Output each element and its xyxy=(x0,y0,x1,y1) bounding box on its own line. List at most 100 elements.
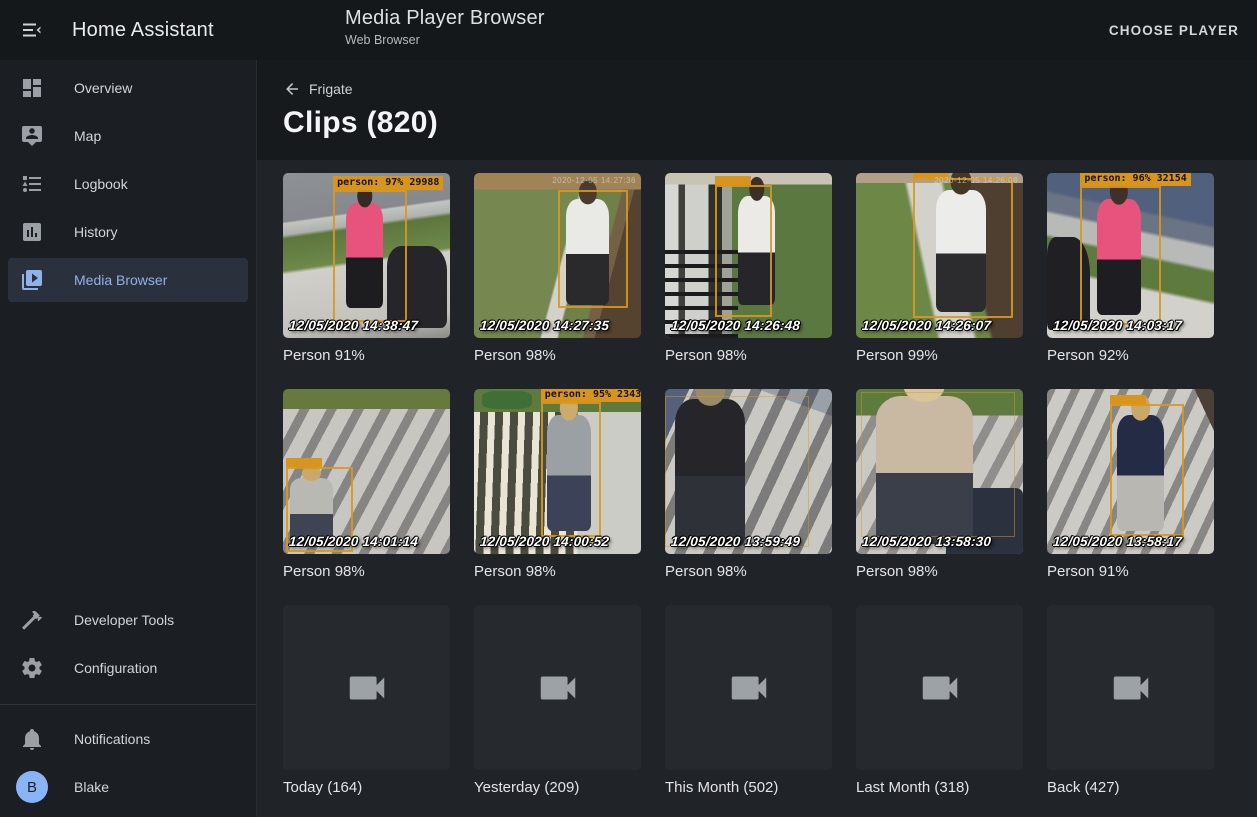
camera-osd: 2020-12-05 14:26:08 xyxy=(934,176,1018,185)
detection-box xyxy=(541,402,601,537)
top-bar: Home Assistant Media Player Browser Web … xyxy=(0,0,1257,60)
clip-thumbnail[interactable]: 12/05/2020 14:26:48 xyxy=(665,173,832,338)
sidebar: Overview Map Logbook History xyxy=(0,60,257,817)
home-assistant-app: Home Assistant Media Player Browser Web … xyxy=(0,0,1257,817)
video-icon xyxy=(1108,665,1154,711)
panel-title-block: Media Player Browser Web Browser xyxy=(345,7,545,47)
folder-item[interactable]: Back (427) xyxy=(1047,605,1214,796)
choose-player-button[interactable]: CHOOSE PLAYER xyxy=(1109,23,1239,38)
clip-thumbnail[interactable]: 2020-12-05 14:26:08 12/05/2020 14:26:07 xyxy=(856,173,1023,338)
timestamp-overlay: 12/05/2020 14:38:47 xyxy=(288,318,418,333)
clip-thumbnail[interactable]: 12/05/2020 13:58:17 xyxy=(1047,389,1214,554)
timestamp-overlay: 12/05/2020 14:03:17 xyxy=(1052,318,1182,333)
media-browser-panel: Frigate Clips (820) person: 97% 29988 12… xyxy=(257,60,1257,817)
folder-caption: Last Month (318) xyxy=(856,779,1023,796)
media-content: person: 97% 29988 12/05/2020 14:38:47 Pe… xyxy=(257,160,1257,817)
clip-thumbnail[interactable]: 12/05/2020 14:01:14 xyxy=(283,389,450,554)
timestamp-overlay: 12/05/2020 14:00:52 xyxy=(479,534,609,549)
clip-caption: Person 98% xyxy=(474,347,641,364)
clip-thumbnail[interactable]: 12/05/2020 13:59:49 xyxy=(665,389,832,554)
detection-tag xyxy=(715,176,751,185)
detection-box xyxy=(333,190,406,322)
clip-caption: Person 91% xyxy=(283,347,450,364)
scene-shape xyxy=(482,391,532,409)
sidebar-item-map[interactable]: Map xyxy=(8,114,248,158)
clip-item[interactable]: person: 97% 29988 12/05/2020 14:38:47 Pe… xyxy=(283,173,450,364)
clip-thumbnail[interactable]: 12/05/2020 13:58:30 xyxy=(856,389,1023,554)
clip-caption: Person 99% xyxy=(856,347,1023,364)
play-box-multiple-icon xyxy=(20,268,44,292)
video-icon xyxy=(344,665,390,711)
video-icon xyxy=(917,665,963,711)
sidebar-item-label: Overview xyxy=(74,80,132,96)
detection-tag: person: 95% 23432 xyxy=(541,389,641,402)
sidebar-item-label: Configuration xyxy=(74,660,157,676)
app-title: Home Assistant xyxy=(72,19,214,42)
clip-item[interactable]: person: 95% 23432 12/05/2020 14:00:52 Pe… xyxy=(474,389,641,580)
menu-toggle-icon[interactable] xyxy=(20,18,44,42)
timestamp-overlay: 12/05/2020 14:27:35 xyxy=(479,318,609,333)
folder-caption: Today (164) xyxy=(283,779,450,796)
detection-tag: person: 96% 32154 xyxy=(1080,173,1190,186)
sidebar-item-user[interactable]: B Blake xyxy=(8,765,248,809)
panel-title: Media Player Browser xyxy=(345,7,545,30)
clip-caption: Person 98% xyxy=(665,347,832,364)
sidebar-spacer xyxy=(0,306,256,598)
folder-tile[interactable] xyxy=(856,605,1023,770)
sidebar-item-logbook[interactable]: Logbook xyxy=(8,162,248,206)
folder-item[interactable]: Yesterday (209) xyxy=(474,605,641,796)
folder-caption: This Month (502) xyxy=(665,779,832,796)
folder-item[interactable]: This Month (502) xyxy=(665,605,832,796)
sidebar-item-label: Media Browser xyxy=(74,272,167,288)
page-title: Clips (820) xyxy=(283,106,1257,140)
detection-box xyxy=(558,190,628,309)
timestamp-overlay: 12/05/2020 14:26:48 xyxy=(670,318,800,333)
timestamp-overlay: 12/05/2020 13:59:49 xyxy=(670,534,800,549)
detection-box xyxy=(665,396,809,548)
sidebar-item-history[interactable]: History xyxy=(8,210,248,254)
folder-caption: Yesterday (209) xyxy=(474,779,641,796)
clip-caption: Person 92% xyxy=(1047,347,1214,364)
clip-item[interactable]: 12/05/2020 14:01:14 Person 98% xyxy=(283,389,450,580)
detection-box xyxy=(1080,186,1160,325)
timestamp-overlay: 12/05/2020 13:58:17 xyxy=(1052,534,1182,549)
clip-caption: Person 91% xyxy=(1047,563,1214,580)
breadcrumb-label: Frigate xyxy=(309,81,353,97)
folder-item[interactable]: Today (164) xyxy=(283,605,450,796)
folder-tile[interactable] xyxy=(474,605,641,770)
sidebar-item-overview[interactable]: Overview xyxy=(8,66,248,110)
bell-icon xyxy=(20,727,44,751)
detection-box xyxy=(913,178,1013,318)
clip-thumbnail[interactable]: 2020-12-05 14:27:36 12/05/2020 14:27:35 xyxy=(474,173,641,338)
detection-box xyxy=(715,185,772,317)
sidebar-item-configuration[interactable]: Configuration xyxy=(8,646,248,690)
folder-tile[interactable] xyxy=(283,605,450,770)
clip-item[interactable]: 12/05/2020 13:59:49 Person 98% xyxy=(665,389,832,580)
folder-item[interactable]: Last Month (318) xyxy=(856,605,1023,796)
folder-caption: Back (427) xyxy=(1047,779,1214,796)
timestamp-overlay: 12/05/2020 13:58:30 xyxy=(861,534,991,549)
sidebar-item-notifications[interactable]: Notifications xyxy=(8,717,248,761)
clip-caption: Person 98% xyxy=(474,563,641,580)
clip-item[interactable]: 12/05/2020 13:58:30 Person 98% xyxy=(856,389,1023,580)
clip-caption: Person 98% xyxy=(856,563,1023,580)
sidebar-item-developer-tools[interactable]: Developer Tools xyxy=(8,598,248,642)
clip-item[interactable]: 2020-12-05 14:27:36 12/05/2020 14:27:35 … xyxy=(474,173,641,364)
clip-item[interactable]: 12/05/2020 14:26:48 Person 98% xyxy=(665,173,832,364)
sidebar-item-label: Notifications xyxy=(74,731,150,747)
detection-tag xyxy=(1110,395,1146,404)
clip-thumbnail[interactable]: person: 96% 32154 12/05/2020 14:03:17 xyxy=(1047,173,1214,338)
clip-item[interactable]: 2020-12-05 14:26:08 12/05/2020 14:26:07 … xyxy=(856,173,1023,364)
clip-item[interactable]: person: 96% 32154 12/05/2020 14:03:17 Pe… xyxy=(1047,173,1214,364)
folder-tile[interactable] xyxy=(665,605,832,770)
clip-item[interactable]: 12/05/2020 13:58:17 Person 91% xyxy=(1047,389,1214,580)
timestamp-overlay: 12/05/2020 14:26:07 xyxy=(861,318,991,333)
folder-tile[interactable] xyxy=(1047,605,1214,770)
clip-thumbnail[interactable]: person: 97% 29988 12/05/2020 14:38:47 xyxy=(283,173,450,338)
sidebar-item-media-browser[interactable]: Media Browser xyxy=(8,258,248,302)
panel-subtitle: Web Browser xyxy=(345,33,545,47)
sidebar-item-label: Developer Tools xyxy=(74,612,174,628)
breadcrumb-back[interactable]: Frigate xyxy=(283,80,353,98)
sidebar-item-label: History xyxy=(74,224,118,240)
clip-thumbnail[interactable]: person: 95% 23432 12/05/2020 14:00:52 xyxy=(474,389,641,554)
